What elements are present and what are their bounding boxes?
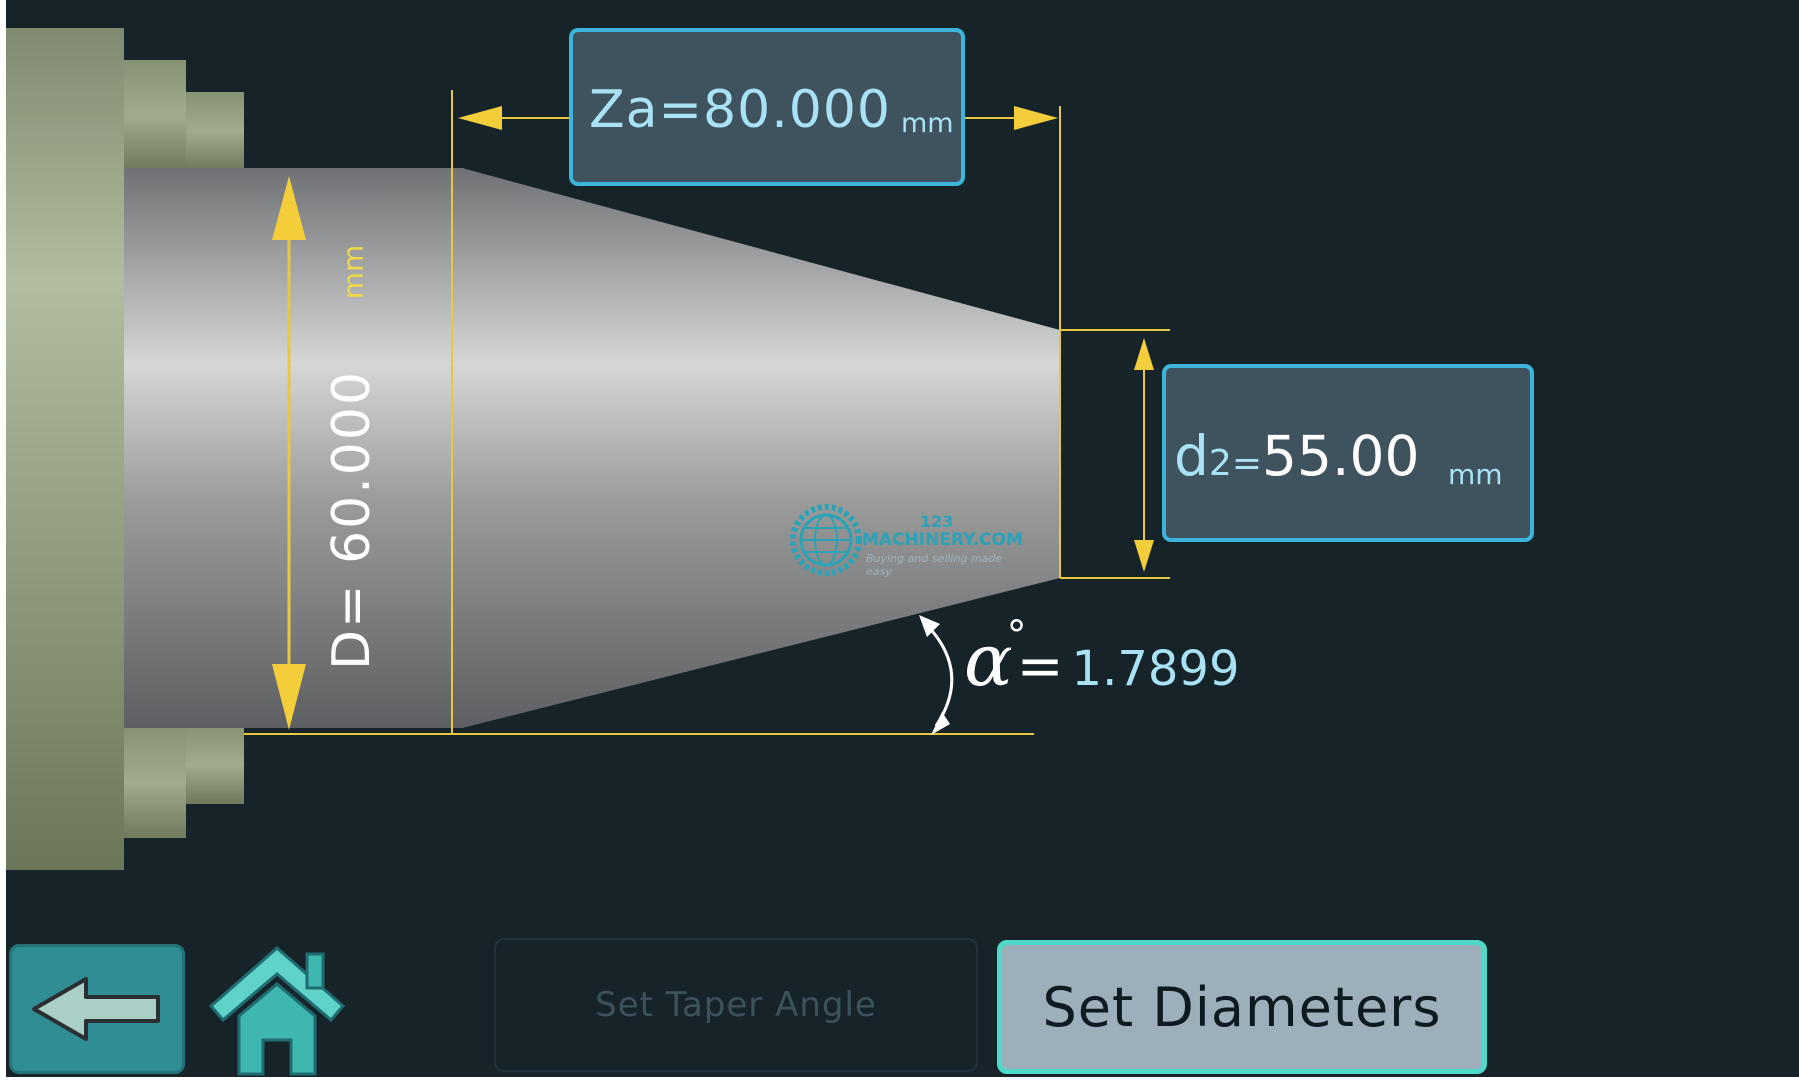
large-diameter-unit: mm: [336, 244, 370, 300]
angle-arrow-bottom: [931, 712, 950, 735]
taper-calculator-screen: Za=80.000 mm d2=55.00 mm D= 60.000 mm α°…: [6, 0, 1799, 1077]
chuck-step-lower-1: [124, 726, 186, 838]
set-diameters-button[interactable]: Set Diameters: [997, 940, 1487, 1074]
small-diameter-unit: mm: [1448, 458, 1503, 491]
home-icon: [208, 946, 346, 1076]
small-diameter-symbol: d: [1174, 424, 1209, 488]
chuck-step-upper-1: [124, 60, 186, 170]
d2-arrow-bottom: [1134, 540, 1154, 572]
chuck-body: [6, 28, 124, 870]
watermark-number: 123: [920, 512, 954, 531]
workpiece-cylinder: [124, 168, 464, 728]
set-taper-angle-button[interactable]: Set Taper Angle: [494, 938, 978, 1072]
back-arrow-icon: [32, 977, 160, 1041]
small-diameter-label: d2=55.00: [1174, 424, 1419, 488]
taper-length-value: Za=80.000: [589, 80, 892, 140]
taper-angle-readout: α°= 1.7899: [964, 613, 1240, 702]
watermark-brand: MACHINERY.COM: [862, 530, 1023, 550]
chuck-step-upper-2: [186, 92, 244, 170]
chuck-step-lower-2: [186, 726, 244, 804]
home-button[interactable]: [201, 940, 371, 1077]
large-diameter-value[interactable]: D= 60.000: [322, 370, 382, 670]
angle-arrow-top: [919, 615, 940, 637]
alpha-symbol: α: [964, 618, 1013, 702]
taper-length-unit: mm: [901, 108, 954, 139]
taper-length-box[interactable]: Za=80.000 mm: [569, 28, 965, 186]
small-diameter-equals: =: [1231, 443, 1262, 484]
angle-arc: [924, 622, 954, 727]
watermark-logo: 123 MACHINERY.COM Buying and selling mad…: [788, 500, 1028, 580]
watermark-tagline: Buying and selling made easy: [866, 552, 1003, 578]
za-arrow-right: [1014, 106, 1058, 130]
globe-gear-icon: [790, 504, 862, 576]
small-diameter-box[interactable]: d2=55.00 mm: [1162, 364, 1534, 542]
small-diameter-value: 55.00: [1262, 424, 1420, 488]
degree-symbol: °: [1006, 613, 1027, 659]
za-arrow-left: [458, 106, 502, 130]
d2-arrow-top: [1134, 338, 1154, 370]
taper-angle-value: 1.7899: [1071, 641, 1240, 697]
small-diameter-subscript: 2: [1208, 443, 1232, 484]
back-button[interactable]: [9, 944, 185, 1074]
